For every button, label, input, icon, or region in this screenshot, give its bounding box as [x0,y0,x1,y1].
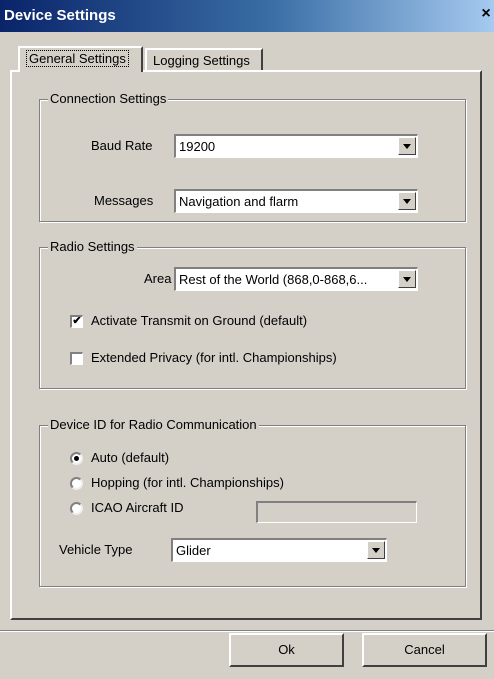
check-icon: ✔ [72,315,82,327]
icao-label: ICAO Aircraft ID [91,500,184,515]
ok-button-label: Ok [278,642,295,657]
vehicle-type-value: Glider [176,543,211,558]
activate-transmit-checkbox[interactable]: ✔ [70,315,83,328]
messages-select[interactable]: Navigation and flarm [174,189,418,213]
chevron-down-icon[interactable] [398,137,416,155]
auto-label: Auto (default) [91,450,170,465]
connection-settings-legend: Connection Settings [48,91,169,106]
baud-rate-value: 19200 [179,139,216,154]
connection-settings-group: Connection Settings Baud Rate 19200 Mess… [39,91,466,222]
chevron-down-icon[interactable] [367,541,385,559]
device-id-group: Device ID for Radio Communication Auto (… [39,417,466,587]
tab-general-settings[interactable]: General Settings [18,46,143,72]
baud-rate-label: Baud Rate [91,138,153,153]
area-value: Rest of the World (868,0-868,6... [179,272,368,287]
messages-value: Navigation and flarm [179,194,299,209]
button-separator [0,630,494,632]
tab-general-settings-label: General Settings [26,50,129,67]
icao-aircraft-id-field[interactable] [256,501,417,523]
auto-radio[interactable] [70,452,83,465]
chevron-down-icon[interactable] [398,270,416,288]
hopping-label: Hopping (for intl. Championships) [91,475,284,490]
vehicle-type-label: Vehicle Type [59,542,133,557]
activate-transmit-label: Activate Transmit on Ground (default) [91,313,308,328]
vehicle-type-select[interactable]: Glider [171,538,387,562]
hopping-radio[interactable] [70,477,83,490]
tab-logging-settings[interactable]: Logging Settings [145,48,263,70]
area-label: Area [144,271,172,286]
general-settings-panel: Connection Settings Baud Rate 19200 Mess… [10,70,482,620]
area-select[interactable]: Rest of the World (868,0-868,6... [174,267,418,291]
chevron-down-icon[interactable] [398,192,416,210]
title-bar[interactable]: Device Settings × [0,0,494,32]
device-settings-dialog: Device Settings × General Settings Loggi… [0,0,494,679]
tab-logging-settings-label: Logging Settings [153,53,250,68]
icao-radio[interactable] [70,502,83,515]
cancel-button-label: Cancel [404,642,445,657]
close-icon[interactable]: × [478,5,494,23]
cancel-button[interactable]: Cancel [362,633,487,667]
messages-label: Messages [94,193,154,208]
window-title: Device Settings [4,7,116,24]
baud-rate-select[interactable]: 19200 [174,134,418,158]
radio-settings-group: Radio Settings Area Rest of the World (8… [39,239,466,389]
radio-settings-legend: Radio Settings [48,239,137,254]
device-id-legend: Device ID for Radio Communication [48,417,259,432]
ok-button[interactable]: Ok [229,633,344,667]
extended-privacy-checkbox[interactable] [70,352,83,365]
extended-privacy-label: Extended Privacy (for intl. Championship… [91,350,337,365]
